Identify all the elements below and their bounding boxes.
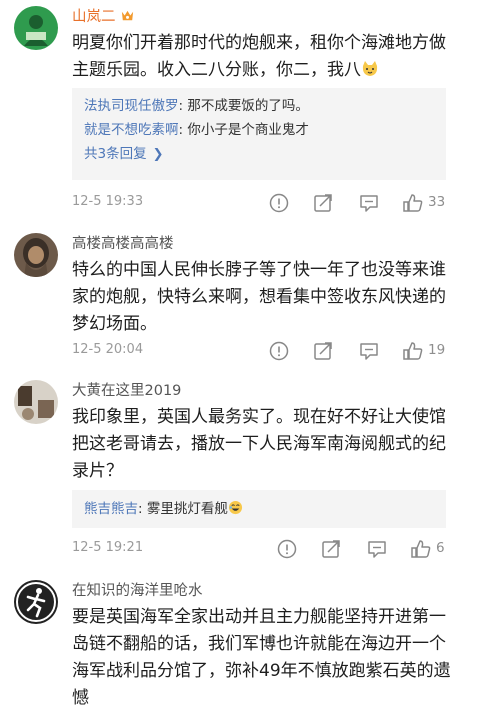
like-icon[interactable] bbox=[402, 340, 424, 362]
avatar[interactable] bbox=[14, 6, 58, 50]
reply-text: 雾里挑灯看舰 bbox=[146, 501, 228, 517]
like-count: 6 bbox=[436, 540, 445, 556]
comment-item: 高楼高楼高高楼 特么的中国人民伸长脖子等了快一年了也没等来谁家的炮舰，快特么来啊… bbox=[0, 225, 477, 370]
like-icon[interactable] bbox=[410, 538, 432, 560]
reply-item[interactable]: 熊吉熊吉: 雾里挑灯看舰 bbox=[84, 497, 434, 521]
reply-username[interactable]: 法执司现任傲罗 bbox=[84, 98, 179, 114]
avatar[interactable] bbox=[14, 580, 58, 624]
comment-meta: 12-5 19:21 6 bbox=[72, 538, 477, 560]
share-icon[interactable] bbox=[320, 538, 342, 560]
comment-text: 明夏你们开着那时代的炮舰来，租你个海滩地方做主题乐园。收入二八分账，你二，我八 bbox=[72, 30, 452, 84]
comment-text: 要是英国海军全家出动并且主力舰能坚持开进第一岛链不翻船的话，我们军博也许就能在海… bbox=[72, 607, 451, 708]
reply-text: 你小子是个商业鬼才 bbox=[187, 122, 309, 138]
comment-text: 特么的中国人民伸长脖子等了快一年了也没等来谁家的炮舰，快特么来啊，想看集中签收东… bbox=[72, 260, 446, 334]
comment-item: 大黄在这里2019 我印象里，英国人最务实了。现在好不好让大使馆把这老哥请去，播… bbox=[0, 370, 477, 570]
avatar[interactable] bbox=[14, 380, 58, 424]
comment-time: 12-5 19:33 bbox=[72, 194, 144, 209]
username[interactable]: 大黄在这里2019 bbox=[72, 382, 181, 400]
share-icon[interactable] bbox=[312, 340, 334, 362]
more-replies-label: 共3条回复 bbox=[84, 146, 147, 162]
laugh-emoji-icon bbox=[228, 499, 243, 515]
username[interactable]: 在知识的海洋里呛水 bbox=[72, 582, 203, 600]
comment-meta: 12-5 19:33 33 bbox=[72, 192, 477, 214]
report-icon[interactable] bbox=[276, 538, 298, 560]
comment-time: 12-5 20:04 bbox=[72, 342, 144, 357]
report-icon[interactable] bbox=[268, 192, 290, 214]
reply-box: 法执司现任傲罗: 那不成要饭的了吗。 就是不想吃素啊: 你小子是个商业鬼才 共3… bbox=[72, 88, 446, 180]
reply-box: 熊吉熊吉: 雾里挑灯看舰 bbox=[72, 490, 446, 528]
vip-badge-icon bbox=[120, 8, 135, 23]
like-count: 33 bbox=[428, 194, 446, 210]
like-count: 19 bbox=[428, 342, 446, 358]
share-icon[interactable] bbox=[312, 192, 334, 214]
username-label[interactable]: 山岚二 bbox=[72, 9, 116, 25]
chevron-right-icon: ❯ bbox=[152, 147, 164, 162]
cat-emoji-icon bbox=[361, 60, 379, 78]
username[interactable]: 高楼高楼高高楼 bbox=[72, 235, 174, 253]
more-replies-link[interactable]: 共3条回复 ❯ bbox=[84, 142, 434, 167]
comment-text: 我印象里，英国人最务实了。现在好不好让大使馆把这老哥请去，播放一下人民海军南海阅… bbox=[72, 407, 446, 481]
reply-item[interactable]: 就是不想吃素啊: 你小子是个商业鬼才 bbox=[84, 118, 434, 142]
comment-icon[interactable] bbox=[366, 538, 388, 560]
report-icon[interactable] bbox=[268, 340, 290, 362]
comment-item: 山岚二 明夏你们开着那时代的炮舰来，租你个海滩地方做主题乐园。收入二八分账，你二… bbox=[0, 0, 477, 225]
comment-meta: 12-5 20:04 19 bbox=[72, 340, 477, 362]
reply-text: 那不成要饭的了吗。 bbox=[187, 98, 309, 114]
reply-username[interactable]: 熊吉熊吉 bbox=[84, 501, 138, 517]
avatar[interactable] bbox=[14, 233, 58, 277]
reply-username[interactable]: 就是不想吃素啊 bbox=[84, 122, 179, 138]
reply-item[interactable]: 法执司现任傲罗: 那不成要饭的了吗。 bbox=[84, 94, 434, 118]
comment-time: 12-5 19:21 bbox=[72, 540, 144, 555]
comment-item: 在知识的海洋里呛水 要是英国海军全家出动并且主力舰能坚持开进第一岛链不翻船的话，… bbox=[0, 570, 477, 708]
comment-text-content: 明夏你们开着那时代的炮舰来，租你个海滩地方做主题乐园。收入二八分账，你二，我八 bbox=[72, 33, 446, 80]
like-icon[interactable] bbox=[402, 192, 424, 214]
username[interactable]: 山岚二 bbox=[72, 8, 135, 26]
comment-icon[interactable] bbox=[358, 192, 380, 214]
comment-icon[interactable] bbox=[358, 340, 380, 362]
